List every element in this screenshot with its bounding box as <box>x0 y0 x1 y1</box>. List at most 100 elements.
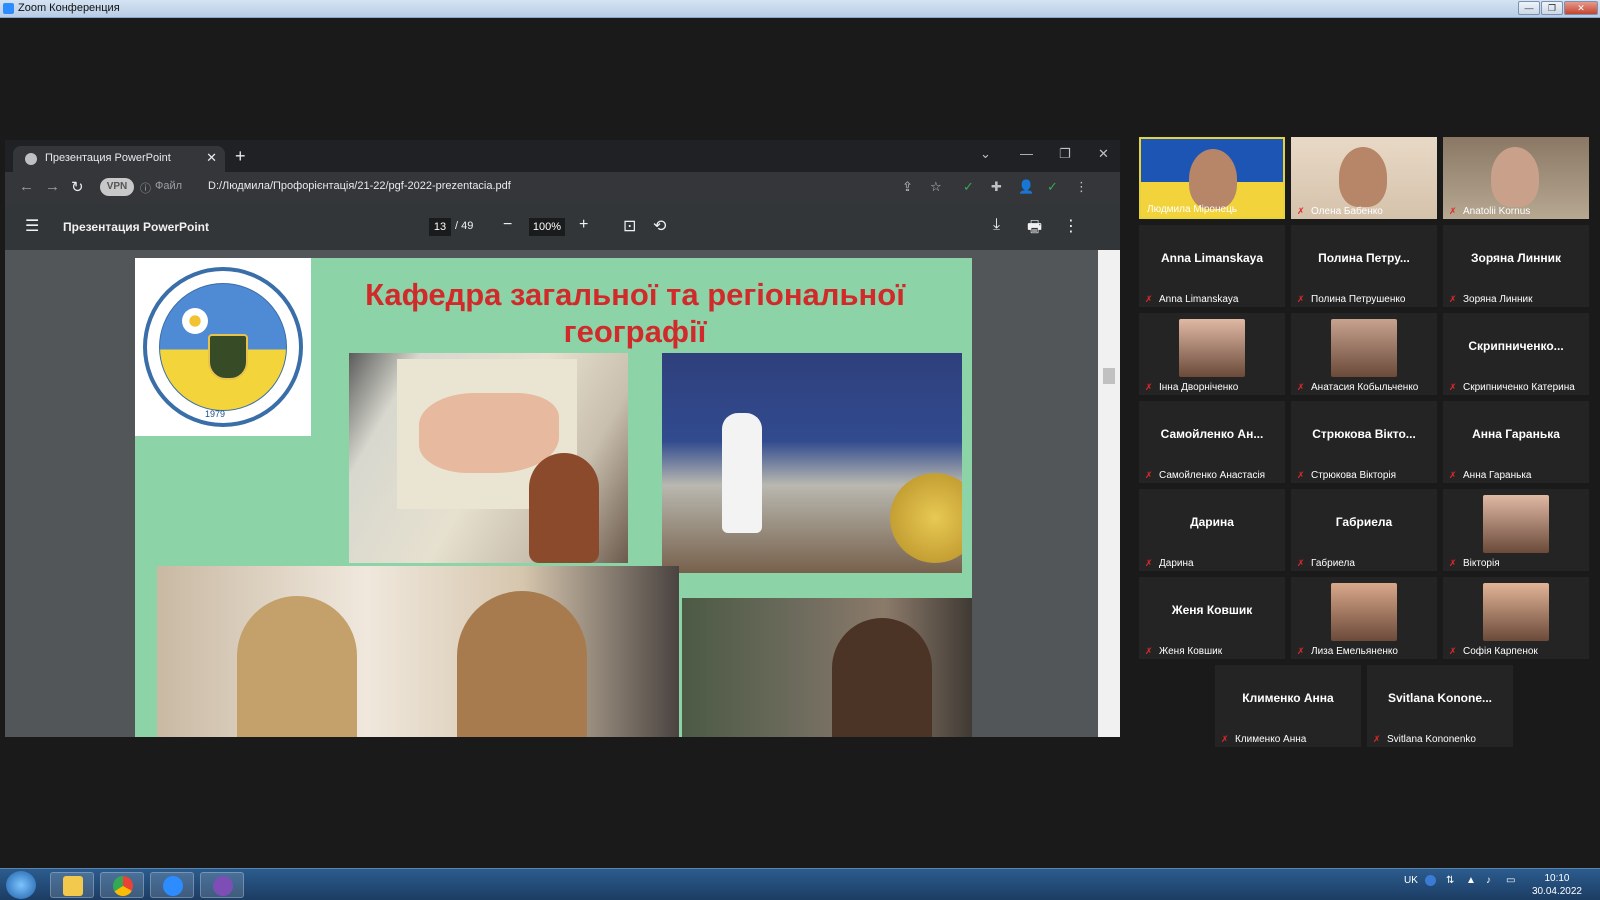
participant-avatar <box>1483 495 1549 553</box>
network-icon[interactable]: ⇅ <box>1446 875 1454 886</box>
participant-name: Женя Ковшик <box>1159 646 1223 657</box>
participant-display-name: Стрюкова Вікто... <box>1312 427 1416 441</box>
scrollbar-thumb[interactable] <box>1103 368 1115 384</box>
participant-tile[interactable]: Стрюкова Вікто... ✗ Стрюкова Вікторія <box>1291 401 1437 483</box>
download-icon[interactable]: ⤓ <box>993 216 1000 234</box>
mic-muted-icon: ✗ <box>1449 382 1457 392</box>
participant-name: Софія Карпенок <box>1463 646 1538 657</box>
participant-tile[interactable]: Anna Limanskaya ✗ Anna Limanskaya <box>1139 225 1285 307</box>
mic-muted-icon: ✗ <box>1145 470 1153 480</box>
participant-name: Вікторія <box>1463 558 1500 569</box>
student-figure <box>529 453 599 563</box>
start-button[interactable] <box>6 871 36 899</box>
adblock-extension-icon[interactable]: ✓ <box>963 179 974 195</box>
fit-page-icon[interactable]: ⊡ <box>623 216 636 236</box>
participant-video-face <box>1189 149 1237 209</box>
hamburger-menu-icon[interactable]: ☰ <box>25 216 39 236</box>
pdf-more-icon[interactable]: ⋮ <box>1063 216 1079 236</box>
print-icon[interactable]: 🖶 <box>1027 216 1042 243</box>
browser-tab[interactable]: Презентация PowerPoint ✕ <box>13 146 225 172</box>
zoom-level-input[interactable]: 100% <box>529 218 565 236</box>
url-text[interactable]: D:/Людмила/Профорієнтація/21-22/pgf-2022… <box>208 180 511 192</box>
participant-display-name: Габриела <box>1335 515 1393 529</box>
share-icon[interactable]: ⇪ <box>902 179 913 195</box>
participant-tile[interactable]: ✗ Вікторія <box>1443 489 1589 571</box>
taskbar-zoom[interactable] <box>150 872 194 898</box>
tab-search-icon[interactable]: ⌄ <box>980 146 991 162</box>
participant-tile[interactable]: ✗ Інна Дворніченко <box>1139 313 1285 395</box>
participant-tile[interactable]: Анна Гаранька ✗ Анна Гаранька <box>1443 401 1589 483</box>
participant-tile[interactable]: ✗ Anatolii Kornus <box>1443 137 1589 219</box>
mic-muted-icon: ✗ <box>1449 558 1457 568</box>
back-icon[interactable]: ← <box>19 178 34 195</box>
zoom-out-icon[interactable]: − <box>503 216 512 234</box>
rotate-icon[interactable]: ⟲ <box>653 216 666 236</box>
participant-name: Anatolii Kornus <box>1463 206 1531 217</box>
browser-close-button[interactable]: ✕ <box>1098 146 1109 162</box>
display-icon[interactable]: ▭ <box>1506 875 1515 886</box>
pdf-scrollbar[interactable] <box>1098 250 1120 737</box>
mic-muted-icon: ✗ <box>1221 734 1229 744</box>
participant-tile[interactable]: ✗ Лиза Емельяненко <box>1291 577 1437 659</box>
zoom-restore-button[interactable]: ❐ <box>1541 1 1563 15</box>
language-indicator[interactable]: UK <box>1404 875 1418 886</box>
zoom-close-button[interactable]: ✕ <box>1564 1 1598 15</box>
participant-display-name: Svitlana Konone... <box>1387 691 1492 705</box>
clock-date: 30.04.2022 <box>1531 886 1582 897</box>
taskbar-chrome[interactable] <box>100 872 144 898</box>
mic-muted-icon: ✗ <box>1145 558 1153 568</box>
security-extension-icon[interactable]: ✓ <box>1047 179 1058 195</box>
teacher-figure <box>722 413 762 533</box>
participant-tile[interactable]: Клименко Анна ✗ Клименко Анна <box>1215 665 1361 747</box>
participant-tile[interactable]: Дарина ✗ Дарина <box>1139 489 1285 571</box>
browser-restore-button[interactable]: ❐ <box>1059 146 1071 162</box>
zoom-title-bar: Zoom Конференция — ❐ ✕ <box>0 0 1600 18</box>
participant-name: Людмила Міронець <box>1147 204 1238 215</box>
reload-icon[interactable]: ↻ <box>71 178 84 196</box>
participant-tile[interactable]: Самойленко Ан... ✗ Самойленко Анастасія <box>1139 401 1285 483</box>
show-hidden-icons-icon[interactable]: ▲ <box>1466 875 1476 886</box>
participant-name: Дарина <box>1159 558 1194 569</box>
participant-display-name: Самойленко Ан... <box>1160 427 1264 441</box>
mic-muted-icon: ✗ <box>1297 206 1305 216</box>
zoom-in-icon[interactable]: + <box>579 216 588 234</box>
participant-tile[interactable]: Svitlana Konone... ✗ Svitlana Kononenko <box>1367 665 1513 747</box>
forward-icon[interactable]: → <box>45 178 60 195</box>
page-number-input[interactable]: 13 <box>429 218 451 236</box>
browser-menu-icon[interactable]: ⋮ <box>1075 179 1088 195</box>
pdf-page-view[interactable]: 1979 Кафедра загальної та регіональної г… <box>5 250 1098 737</box>
system-clock[interactable]: 10:10 30.04.2022 <box>1532 872 1582 898</box>
mic-muted-icon: ✗ <box>1297 294 1305 304</box>
participant-name: Анатасия Кобыльченко <box>1311 382 1419 393</box>
bookmark-star-icon[interactable]: ☆ <box>930 179 942 195</box>
info-icon[interactable]: ⓘ <box>140 180 151 196</box>
participant-tile[interactable]: Людмила Міронець <box>1139 137 1285 219</box>
extensions-icon[interactable]: ✚ <box>991 179 1002 195</box>
participant-tile[interactable]: ✗ Олена Бабенко <box>1291 137 1437 219</box>
participant-tile[interactable]: ✗ Софія Карпенок <box>1443 577 1589 659</box>
tab-close-icon[interactable]: ✕ <box>206 150 217 166</box>
taskbar-viber[interactable] <box>200 872 244 898</box>
vpn-badge[interactable]: VPN <box>100 178 134 196</box>
participant-tile[interactable]: Габриела ✗ Габриела <box>1291 489 1437 571</box>
participant-name: Svitlana Kononenko <box>1387 734 1476 745</box>
taskbar-explorer[interactable] <box>50 872 94 898</box>
participant-name: Полина Петрушенко <box>1311 294 1406 305</box>
volume-icon[interactable]: ♪ <box>1486 875 1491 886</box>
new-tab-button[interactable]: + <box>235 146 246 167</box>
photo-students <box>157 566 679 737</box>
emblem-ukraine-map <box>159 283 287 411</box>
department-emblem: 1979 <box>135 258 311 436</box>
student-figure <box>832 618 932 737</box>
participant-tile[interactable]: Полина Петру... ✗ Полина Петрушенко <box>1291 225 1437 307</box>
help-icon[interactable] <box>1425 875 1436 886</box>
zoom-window-title: Zoom Конференция <box>18 2 120 14</box>
participant-tile[interactable]: Зоряна Линник ✗ Зоряна Линник <box>1443 225 1589 307</box>
emblem-circle: 1979 <box>143 267 303 427</box>
participant-tile[interactable]: ✗ Анатасия Кобыльченко <box>1291 313 1437 395</box>
participant-tile[interactable]: Женя Ковшик ✗ Женя Ковшик <box>1139 577 1285 659</box>
zoom-minimize-button[interactable]: — <box>1518 1 1540 15</box>
browser-minimize-button[interactable]: — <box>1020 146 1033 161</box>
participant-tile[interactable]: Скрипниченко... ✗ Скрипниченко Катерина <box>1443 313 1589 395</box>
profile-icon[interactable]: 👤 <box>1018 179 1034 195</box>
